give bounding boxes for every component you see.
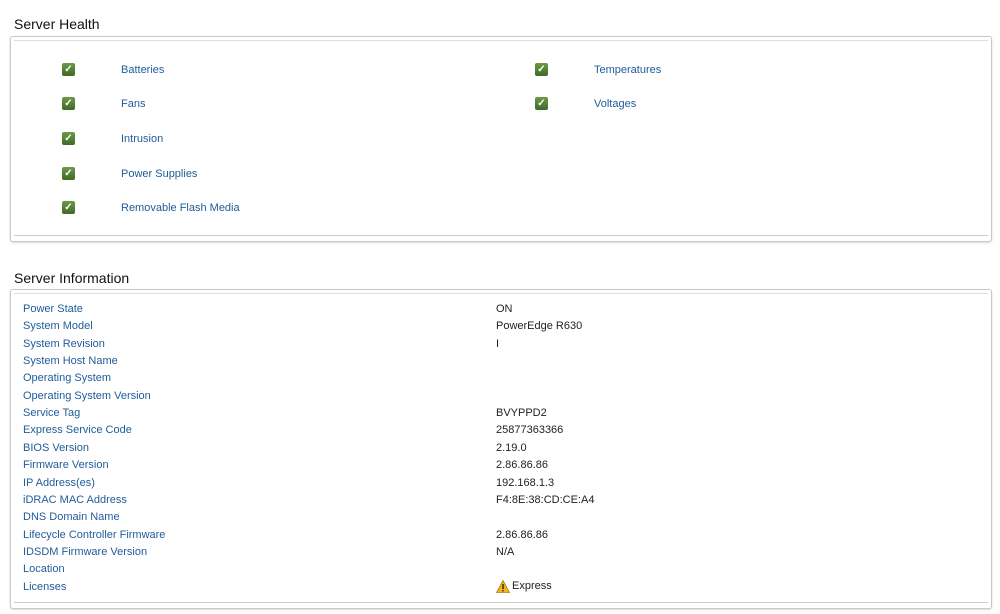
info-row: System Revision I: [23, 338, 973, 354]
health-link[interactable]: Fans: [121, 98, 145, 110]
health-link[interactable]: Voltages: [594, 98, 636, 110]
info-label: Location: [23, 563, 65, 576]
info-label: IDSDM Firmware Version: [23, 545, 148, 558]
health-link[interactable]: Removable Flash Media: [121, 202, 240, 214]
health-link[interactable]: Temperatures: [594, 64, 661, 76]
info-row: IDSDM Firmware Version N/A: [23, 546, 973, 562]
status-ok-icon: ✓: [62, 63, 75, 76]
status-ok-icon: ✓: [62, 167, 75, 180]
health-link[interactable]: Power Supplies: [121, 168, 197, 180]
info-row: Service Tag BVYPPD2: [23, 407, 973, 423]
warning-icon: [496, 579, 510, 593]
info-row: IP Address(es) 192.168.1.3: [23, 477, 973, 493]
info-label: IP Address(es): [23, 476, 95, 489]
info-row: Express Service Code 25877363366: [23, 424, 973, 440]
info-row: Location: [23, 563, 973, 579]
health-link[interactable]: Batteries: [121, 64, 164, 76]
info-label: Service Tag: [23, 407, 81, 420]
info-value: 25877363366: [496, 424, 564, 437]
health-link[interactable]: Intrusion: [121, 133, 163, 145]
info-row: Power State ON: [23, 303, 973, 319]
info-value: I: [496, 337, 500, 350]
info-value: 2.86.86.86: [496, 459, 548, 472]
info-label: Operating System Version: [23, 389, 151, 402]
info-label: Power State: [23, 303, 83, 315]
info-value: PowerEdge R630: [496, 320, 583, 333]
status-ok-icon: ✓: [62, 201, 75, 214]
info-value: ON: [496, 303, 513, 315]
status-ok-icon: ✓: [62, 132, 75, 145]
info-value: F4:8E:38:CD:CE:A4: [496, 493, 595, 506]
info-label: Firmware Version: [23, 459, 109, 472]
info-label: Licenses: [23, 580, 67, 593]
info-row: System Model PowerEdge R630: [23, 320, 973, 336]
status-ok-icon: ✓: [62, 97, 75, 110]
info-label: System Revision: [23, 337, 105, 350]
info-row: Operating System Version: [23, 390, 973, 406]
info-label: BIOS Version: [23, 441, 90, 454]
info-row: Operating System: [23, 372, 973, 388]
info-row: Lifecycle Controller Firmware 2.86.86.86: [23, 529, 973, 545]
info-label: iDRAC MAC Address: [23, 493, 127, 506]
info-row: Licenses Express: [23, 579, 973, 597]
info-value: N/A: [496, 545, 515, 558]
info-row: Firmware Version 2.86.86.86: [23, 459, 973, 475]
info-label: Lifecycle Controller Firmware: [23, 528, 166, 541]
server-health-title: Server Health: [14, 16, 100, 32]
status-ok-icon: ✓: [535, 97, 548, 110]
info-label: System Model: [23, 320, 93, 333]
info-label: System Host Name: [23, 355, 118, 368]
info-label: Operating System: [23, 372, 112, 385]
info-value: BVYPPD2: [496, 407, 547, 420]
info-value: 192.168.1.3: [496, 476, 555, 489]
server-information-title: Server Information: [14, 270, 130, 286]
info-row: BIOS Version 2.19.0: [23, 442, 973, 458]
info-label: DNS Domain Name: [23, 511, 120, 524]
status-ok-icon: ✓: [535, 63, 548, 76]
info-value: Express: [512, 580, 552, 593]
info-value: 2.19.0: [496, 441, 527, 454]
info-value: 2.86.86.86: [496, 528, 548, 541]
info-row: System Host Name: [23, 355, 973, 371]
info-row: iDRAC MAC Address F4:8E:38:CD:CE:A4: [23, 494, 973, 510]
info-row: DNS Domain Name: [23, 511, 973, 527]
info-label: Express Service Code: [23, 424, 132, 437]
